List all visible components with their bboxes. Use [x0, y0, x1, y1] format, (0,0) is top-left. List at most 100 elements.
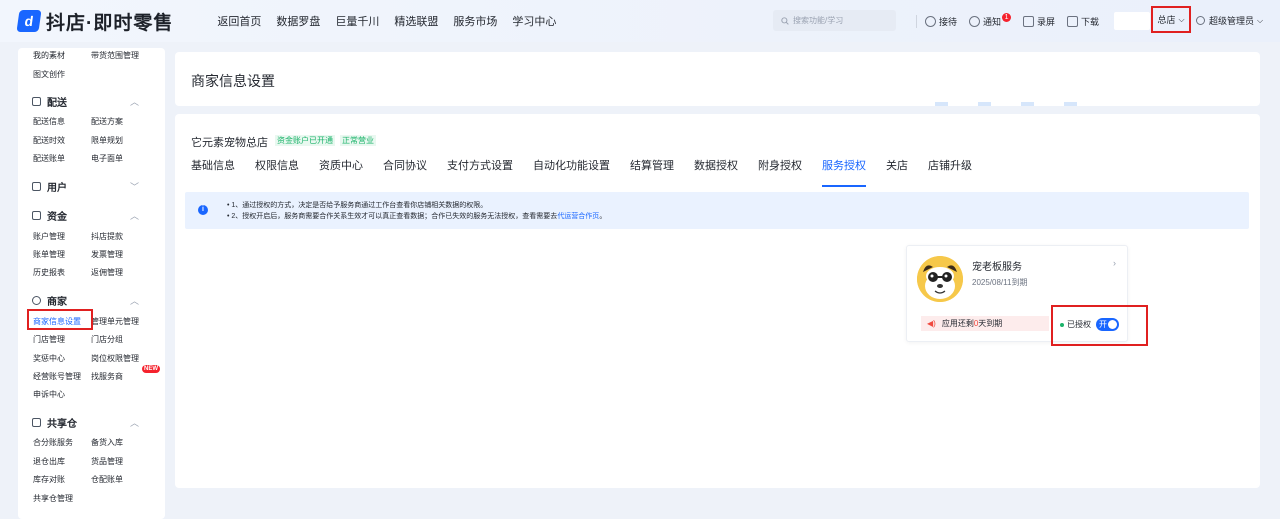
tab-service-auth[interactable]: 服务授权 [822, 157, 866, 187]
topnav-service-market[interactable]: 服务市场 [453, 13, 497, 29]
sidebar-item-return-out[interactable]: 退仓出库 [33, 456, 91, 467]
notify-count-badge: 1 [1002, 12, 1012, 22]
speaker-icon: ◀) [927, 319, 936, 328]
sidebar-item-bills[interactable]: 账单管理 [33, 249, 91, 260]
sidebar-group-label: 共享仓 [47, 419, 77, 430]
store-name: 它元素宠物总店 [191, 137, 268, 149]
topnav-alliance[interactable]: 精选联盟 [394, 13, 438, 29]
new-badge: NEW [142, 365, 160, 373]
sidebar-group-merchant[interactable]: 商家 [32, 293, 67, 308]
tab-automation[interactable]: 自动化功能设置 [533, 157, 610, 187]
topnav-home[interactable]: 返回首页 [217, 13, 261, 29]
sidebar-item-delivery-range[interactable]: 带货范围管理 [91, 50, 149, 61]
sidebar-group-warehouse[interactable]: 共享仓 [32, 415, 77, 430]
sidebar-item-inventory-reconcile[interactable]: 库存对账 [33, 474, 91, 485]
tab-contract[interactable]: 合同协议 [383, 157, 427, 187]
chevron-down-icon[interactable]: ﹀ [130, 180, 139, 193]
record-button[interactable]: 录屏 [1023, 15, 1055, 28]
status-badge-funds: 资金账户已开通 [275, 135, 335, 146]
user-icon [1196, 16, 1205, 25]
chevron-up-icon[interactable]: ︿ [130, 209, 139, 222]
sidebar-item-graphic-creation[interactable]: 图文创作 [33, 69, 91, 80]
sidebar-row: 合分账服务 备货入库 [33, 437, 149, 448]
sidebar-item-delivery-info[interactable]: 配送信息 [33, 116, 91, 127]
logo-icon: d [16, 10, 42, 32]
notice-text: 1、通过授权的方式，决定是否给予服务商通过工作台查看你店铺相关数据的权限。 [231, 202, 488, 209]
notify-button[interactable]: 通知 1 [969, 12, 1012, 28]
search-placeholder: 搜索功能/学习 [793, 16, 844, 25]
partner-page-link[interactable]: 代运营合作页 [557, 213, 599, 220]
sidebar: 我的素材 带货范围管理 图文创作 配送 ︿ 配送信息 配送方案 配送时效 限单规… [18, 48, 165, 519]
sidebar-item-account[interactable]: 账户管理 [33, 231, 91, 242]
sidebar-item-withdraw[interactable]: 抖店提款 [91, 231, 149, 242]
store-selector-label: 总店 [1157, 15, 1176, 25]
store-selector[interactable]: 总店 ⌵ [1151, 6, 1191, 33]
sidebar-item-delivery-plan[interactable]: 配送方案 [91, 116, 149, 127]
sidebar-item-appeal-center[interactable]: 申诉中心 [33, 389, 91, 400]
sidebar-item-stock-in[interactable]: 备货入库 [91, 437, 149, 448]
sidebar-item-store-management[interactable]: 门店管理 [33, 334, 91, 345]
tab-store-upgrade[interactable]: 店铺升级 [928, 157, 972, 187]
sidebar-item-order-limit[interactable]: 限单规划 [91, 135, 149, 146]
chevron-down-icon: ⌵ [1257, 15, 1264, 25]
sidebar-item-shared-warehouse[interactable]: 共享仓管理 [33, 493, 91, 504]
tab-settlement[interactable]: 结算管理 [630, 157, 674, 187]
app-logo[interactable]: d 抖店·即时零售 [16, 8, 174, 35]
sidebar-item-store-group[interactable]: 门店分组 [91, 334, 149, 345]
tab-qualification[interactable]: 资质中心 [319, 157, 363, 187]
expire-text: 应用还剩 [941, 319, 974, 328]
sidebar-item-unit-management[interactable]: 管理单元管理 [91, 316, 149, 327]
tab-data-auth[interactable]: 数据授权 [694, 157, 738, 187]
chevron-right-icon[interactable]: › [1113, 258, 1116, 268]
tab-close-store[interactable]: 关店 [886, 157, 908, 187]
sidebar-row: 经营账号管理 找服务商 [33, 371, 149, 382]
sidebar-item-warehouse-bill[interactable]: 仓配账单 [91, 474, 149, 485]
sidebar-item-rebate[interactable]: 返佣管理 [91, 267, 149, 278]
topnav-learning-center[interactable]: 学习中心 [512, 13, 556, 29]
admin-menu[interactable]: 超级管理员 ⌵ [1196, 14, 1263, 27]
sidebar-item-reward-penalty[interactable]: 奖惩中心 [33, 353, 91, 364]
store-icon [32, 296, 41, 305]
toggle-knob [1108, 320, 1117, 329]
chevron-up-icon[interactable]: ︿ [130, 95, 139, 108]
sidebar-item-goods[interactable]: 货品管理 [91, 456, 149, 467]
sidebar-item-materials[interactable]: 我的素材 [33, 50, 91, 61]
reception-button[interactable]: 接待 [925, 15, 957, 28]
sidebar-item-find-provider[interactable]: 找服务商 [91, 371, 149, 382]
search-input[interactable]: 搜索功能/学习 [773, 10, 896, 31]
download-button[interactable]: 下载 [1067, 15, 1099, 28]
topnav-qianchuan[interactable]: 巨量千川 [335, 13, 379, 29]
tab-payment-settings[interactable]: 支付方式设置 [447, 157, 513, 187]
sidebar-group-funds[interactable]: 资金 [32, 208, 67, 223]
logo-text: 抖店·即时零售 [46, 12, 174, 34]
tab-permission-info[interactable]: 权限信息 [255, 157, 299, 187]
decoration [1064, 102, 1077, 106]
info-notice: i • 1、通过授权的方式，决定是否给予服务商通过工作台查看你店铺相关数据的权限… [185, 192, 1249, 229]
chevron-up-icon[interactable]: ︿ [130, 294, 139, 307]
sidebar-item-business-accounts[interactable]: 经营账号管理 [33, 371, 91, 382]
auth-toggle-switch[interactable]: 开 [1096, 318, 1119, 331]
tab-basic-info[interactable]: 基础信息 [191, 157, 235, 187]
sidebar-item-split-service[interactable]: 合分账服务 [33, 437, 91, 448]
sidebar-item-e-waybill[interactable]: 电子面单 [91, 153, 149, 164]
sidebar-group-user[interactable]: 用户 [32, 179, 67, 194]
auth-toggle-highlight: 已授权 开 [1051, 305, 1148, 346]
toggle-label: 开 [1099, 320, 1107, 329]
reception-label: 接待 [939, 16, 958, 27]
chevron-up-icon[interactable]: ︿ [130, 416, 139, 429]
tab-attached-auth[interactable]: 附身授权 [758, 157, 802, 187]
sidebar-row: 配送账单 电子面单 [33, 153, 149, 164]
service-expire-date: 2025/08/11到期 [972, 278, 1028, 287]
topnav-compass[interactable]: 数据罗盘 [276, 13, 320, 29]
notice-text: 。 [599, 213, 607, 220]
download-icon [1067, 15, 1079, 27]
sidebar-item-delivery-bill[interactable]: 配送账单 [33, 153, 91, 164]
headset-icon [925, 15, 936, 27]
sidebar-item-delivery-time[interactable]: 配送时效 [33, 135, 91, 146]
record-label: 录屏 [1037, 16, 1056, 27]
sidebar-item-role-permissions[interactable]: 岗位权限管理 [91, 353, 149, 364]
info-icon: i [198, 205, 208, 215]
sidebar-group-delivery[interactable]: 配送 [32, 94, 67, 109]
sidebar-item-invoice[interactable]: 发票管理 [91, 249, 149, 260]
sidebar-item-history-report[interactable]: 历史报表 [33, 267, 91, 278]
